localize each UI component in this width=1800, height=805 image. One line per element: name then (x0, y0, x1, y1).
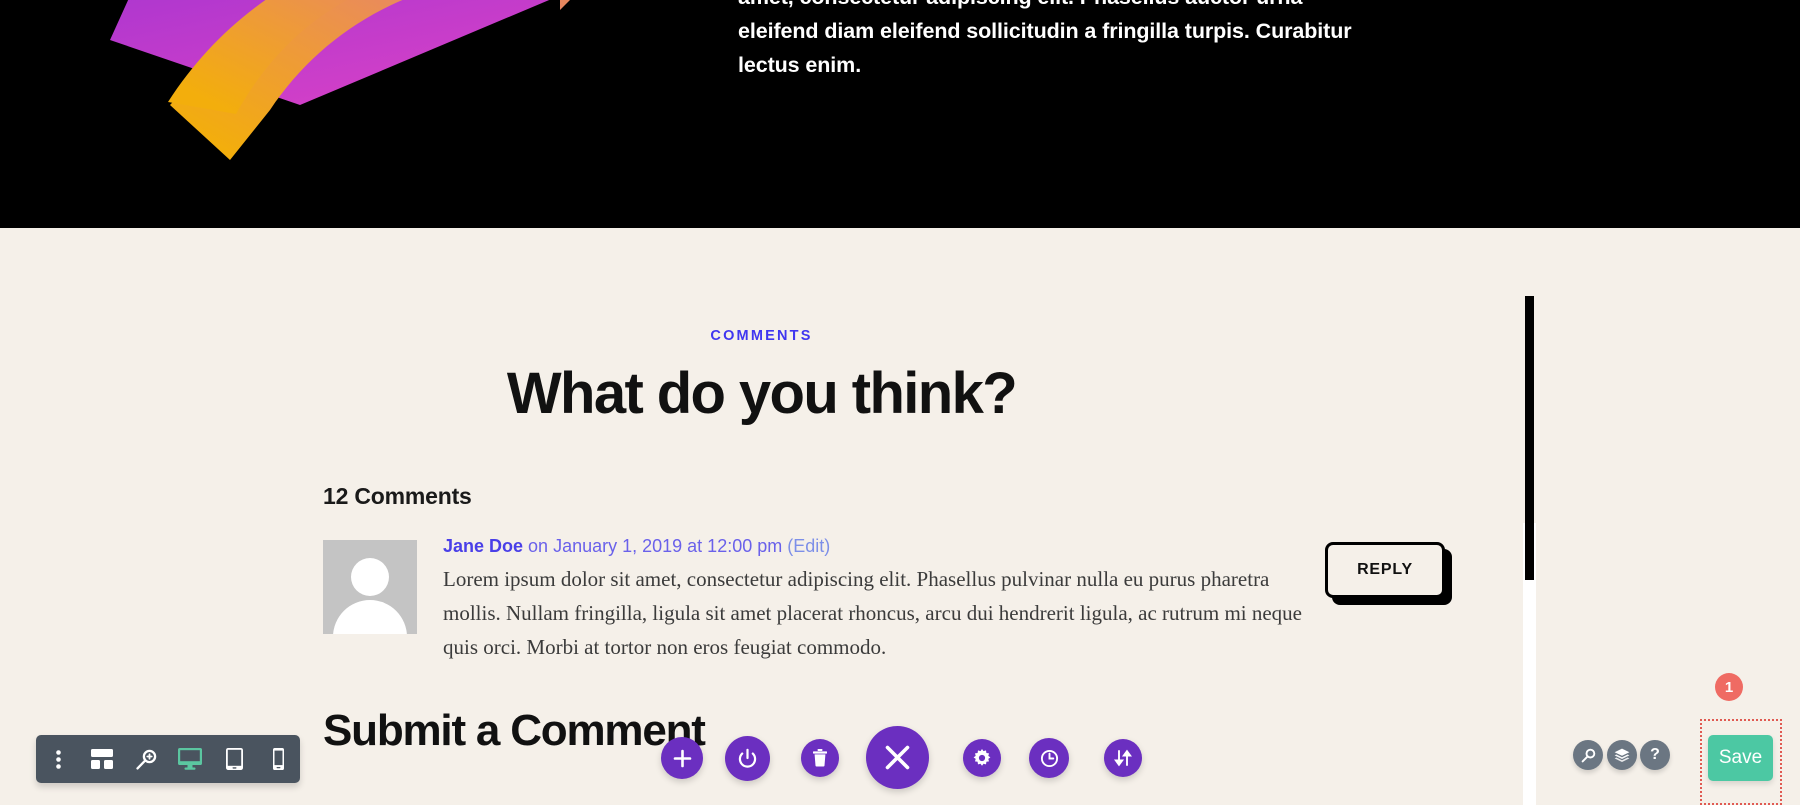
magnifier-icon[interactable] (1573, 740, 1603, 770)
save-button[interactable]: Save (1708, 735, 1773, 781)
hero-paragraph-text: amet, consectetur adipiscing elit. Phase… (738, 0, 1352, 77)
step-badge: 1 (1715, 673, 1743, 701)
comment-edit-link[interactable]: (Edit) (787, 536, 830, 556)
hero-paragraph: amet, consectetur adipiscing elit. Phase… (738, 0, 1378, 82)
desktop-icon[interactable] (168, 735, 212, 783)
comments-eyebrow: COMMENTS (710, 328, 813, 344)
layers-icon[interactable] (1607, 740, 1637, 770)
delete-button[interactable] (801, 739, 839, 777)
comment-timestamp: on January 1, 2019 at 12:00 pm (523, 536, 788, 556)
comment-body: Lorem ipsum dolor sit amet, consectetur … (443, 562, 1323, 664)
power-button[interactable] (725, 736, 770, 781)
responsive-preview-toolbar[interactable] (36, 735, 300, 783)
tablet-icon[interactable] (212, 735, 256, 783)
hero-banner: amet, consectetur adipiscing elit. Phase… (0, 0, 1800, 228)
reply-button[interactable]: REPLY (1325, 542, 1445, 598)
vertical-scrollbar-thumb[interactable] (1525, 296, 1534, 580)
magnifier-plus-icon[interactable] (124, 735, 168, 783)
avatar-head-shape (351, 558, 389, 596)
help-icon[interactable]: ? (1640, 740, 1670, 770)
comment-meta: Jane Doe on January 1, 2019 at 12:00 pm … (443, 533, 830, 559)
avatar (323, 540, 417, 634)
avatar-body-shape (333, 600, 407, 634)
close-button[interactable] (866, 726, 929, 789)
comment-body-text: Lorem ipsum dolor sit amet, consectetur … (443, 567, 1303, 659)
layout-grid-icon[interactable] (80, 735, 124, 783)
sort-button[interactable] (1104, 739, 1142, 777)
hero-abstract-artwork (110, 0, 570, 160)
submit-comment-heading: Submit a Comment (323, 706, 706, 755)
settings-button[interactable] (963, 739, 1001, 777)
comment-author-link[interactable]: Jane Doe (443, 536, 523, 556)
page-title: What do you think? (506, 361, 1018, 426)
history-button[interactable] (1029, 738, 1069, 778)
kebab-menu-icon[interactable] (36, 735, 80, 783)
comment-count-label: 12 Comments (323, 483, 472, 509)
add-button[interactable] (661, 737, 703, 779)
mobile-icon[interactable] (256, 735, 300, 783)
